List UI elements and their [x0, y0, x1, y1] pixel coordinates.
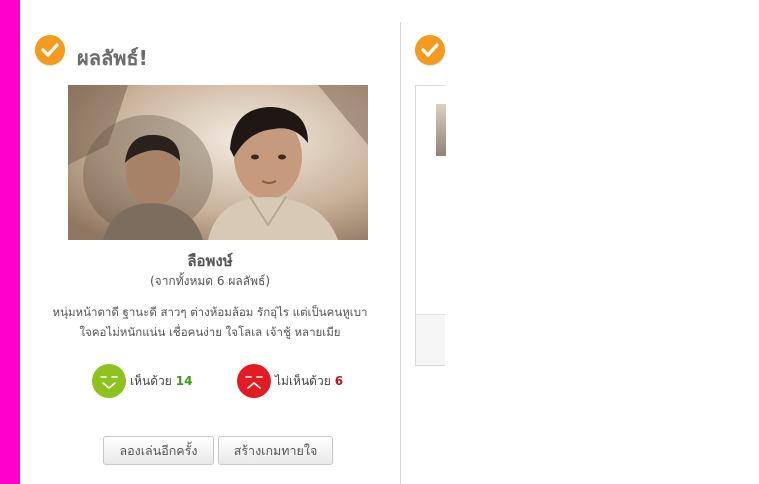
panel-thumbnail	[436, 104, 446, 156]
smile-face-icon[interactable]	[92, 364, 126, 398]
column-divider	[400, 22, 401, 484]
result-title: ผลลัพธ์!	[77, 46, 148, 70]
agree-count: 14	[175, 374, 193, 388]
adjacent-panel	[415, 85, 446, 366]
description-line: ใจคอไม่หนักแน่น เชื่อคนง่าย ใจโลเล เจ้าช…	[79, 325, 341, 339]
create-game-button[interactable]: สร้างเกมทายใจ	[218, 436, 333, 465]
panel-footer	[416, 314, 445, 365]
agree-label: เห็นด้วย	[130, 373, 172, 388]
play-again-button[interactable]: ลองเล่นอีกครั้ง	[103, 436, 214, 465]
check-circle-icon	[415, 35, 445, 65]
frown-face-icon[interactable]	[237, 364, 271, 398]
disagree-label: ไม่เห็นด้วย	[275, 373, 331, 388]
check-circle-icon	[35, 35, 65, 65]
agree-vote[interactable]: เห็นด้วย 14	[92, 364, 192, 398]
result-subtitle: (จากทั้งหมด 6 ผลลัพธ์)	[149, 274, 271, 288]
left-accent-strip	[0, 0, 20, 484]
description-line: หนุ่มหน้าตาดี ฐานะดี สาวๆ ต่างห้อมล้อม ร…	[52, 305, 368, 319]
result-description: หนุ่มหน้าตาดี ฐานะดี สาวๆ ต่างห้อมล้อม ร…	[40, 302, 380, 342]
disagree-vote[interactable]: ไม่เห็นด้วย 6	[237, 364, 343, 398]
result-image	[68, 85, 368, 240]
disagree-count: 6	[334, 374, 344, 388]
result-name: ลือพงษ์	[187, 252, 233, 270]
